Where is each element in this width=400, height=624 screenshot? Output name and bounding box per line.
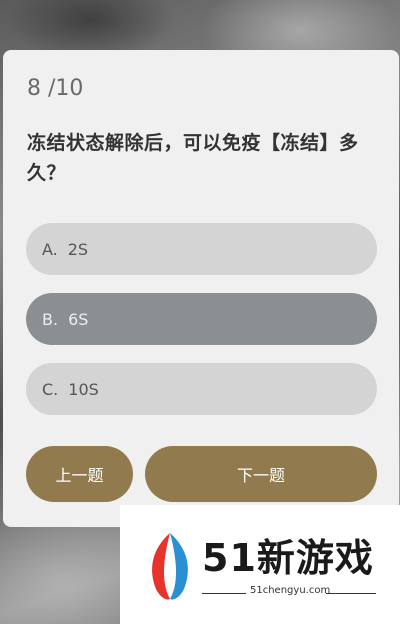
option-letter: A. <box>42 239 58 259</box>
question-progress: 8 /10 <box>27 76 84 101</box>
option-letter: B. <box>42 309 59 329</box>
option-text: 2S <box>67 239 89 259</box>
option-text: 6S <box>68 309 89 329</box>
site-watermark: 51新游戏 51chengyu.com <box>120 505 400 624</box>
question-text: 冻结状态解除后，可以免疫【冻结】多久？ <box>27 132 359 184</box>
watermark-divider-right <box>326 593 376 594</box>
watermark-url: 51chengyu.com <box>250 585 331 596</box>
quiz-card: 8 /10 冻结状态解除后，可以免疫【冻结】多久？ A. 2S B. 6S C.… <box>3 50 399 527</box>
watermark-divider-left <box>202 593 246 594</box>
option-b[interactable]: B. 6S <box>26 293 377 345</box>
option-text: 10S <box>68 379 99 399</box>
option-a[interactable]: A. 2S <box>26 223 377 275</box>
option-letter: C. <box>42 379 59 399</box>
site-logo-icon <box>152 533 188 600</box>
watermark-brand: 51新游戏 <box>202 536 374 580</box>
option-c[interactable]: C. 10S <box>26 363 377 415</box>
previous-question-button[interactable]: 上一题 <box>26 446 133 502</box>
next-question-button[interactable]: 下一题 <box>145 446 377 502</box>
